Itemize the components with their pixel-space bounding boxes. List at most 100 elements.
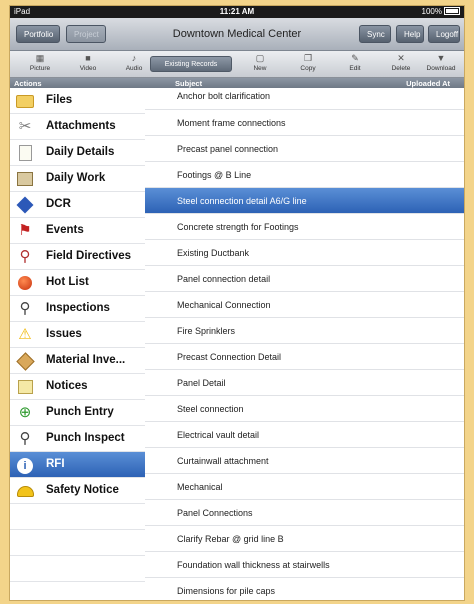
main-content: Files ✂ Attachments Daily Details Daily Work… [10,88,464,600]
clock: 11:21 AM [219,7,255,16]
sidebar-item-field-directives[interactable]: ⚲ Field Directives [10,244,145,270]
new-document-icon: ▢ [255,53,265,63]
edit-icon: ✎ [351,53,359,63]
package-icon [15,352,35,371]
help-button[interactable]: Help [396,25,424,43]
audio-label: Audio [125,65,143,72]
table-row[interactable]: Curtainwall attachment [145,448,464,474]
table-row[interactable]: Precast panel connection [145,136,464,162]
table-row[interactable]: Mechanical [145,474,464,500]
folder-icon [16,92,34,110]
table-row[interactable]: Precast Connection Detail [145,344,464,370]
download-button[interactable]: ▼ Download [421,52,461,76]
sidebar-item-rfi[interactable]: i RFI [10,452,145,478]
table-row[interactable]: Steel connection detail A6/G line [145,188,464,214]
records-list[interactable]: Anchor bolt clarification Moment frame co… [145,88,464,600]
punch-inspect-icon: ⚲ [19,430,31,447]
table-row[interactable]: Dimensions for pile caps [145,578,464,600]
table-row[interactable]: Footings @ B Line [145,162,464,188]
table-row[interactable]: Fire Sprinklers [145,318,464,344]
sidebar-item-label: DCR [46,198,71,210]
sidebar-item-files[interactable]: Files [10,88,145,114]
status-bar: iPad 11:21 AM 100% [10,6,464,18]
sync-button[interactable]: Sync [359,25,391,43]
table-row[interactable]: Clarify Rebar @ grid line B [145,526,464,552]
sidebar-item-notices[interactable]: Notices [10,374,145,400]
sidebar-item-punch-entry[interactable]: ⊕ Punch Entry [10,400,145,426]
sidebar-empty-row [10,556,145,582]
sidebar-item-material-inve[interactable]: Material Inve... [10,348,145,374]
sidebar-item-punch-inspect[interactable]: ⚲ Punch Inspect [10,426,145,452]
delete-button[interactable]: ✕ Delete [381,52,421,76]
sidebar-item-label: Events [46,224,84,236]
battery-indicator: 100% [422,6,460,18]
ipad-screen: iPad 11:21 AM 100% Downtown Medical Cent… [10,6,464,600]
sidebar-item-safety-notice[interactable]: Safety Notice [10,478,145,504]
sidebar-item-label: Punch Inspect [46,432,125,444]
audio-button[interactable]: ♪ Audio [114,52,154,76]
sidebar-item-label: Daily Details [46,146,115,158]
video-camera-icon: ■ [85,53,91,63]
delete-icon: ✕ [397,53,405,63]
sidebar-item-label: Issues [46,328,82,340]
toolbar: ▦ Picture ■ Video ♪ Audio Existing Recor… [10,51,464,78]
copy-button[interactable]: ❐ Copy [288,52,328,76]
table-row[interactable]: Anchor bolt clarification [145,88,464,110]
sidebar-item-hot-list[interactable]: Hot List [10,270,145,296]
hardhat-icon [16,482,34,500]
sidebar-item-label: Attachments [46,120,116,132]
camera-icon: ▦ [35,53,45,63]
sidebar-item-label: Files [46,94,73,106]
paperclip-icon: ✂ [18,118,32,135]
table-row[interactable]: Steel connection [145,396,464,422]
edit-button[interactable]: ✎ Edit [335,52,375,76]
sidebar-item-label: Material Inve... [46,354,126,366]
pushpin-icon: ⚲ [19,248,31,265]
book-icon [16,170,34,188]
table-row[interactable]: Panel Detail [145,370,464,396]
logoff-button[interactable]: Logoff [428,25,460,43]
sidebar-item-dcr[interactable]: DCR [10,192,145,218]
table-row[interactable]: Electrical vault detail [145,422,464,448]
table-row[interactable]: Panel connection detail [145,266,464,292]
sidebar-item-label: Field Directives [46,250,132,262]
existing-records-button[interactable]: Existing Records [150,56,232,72]
table-row[interactable]: Moment frame connections [145,110,464,136]
table-row[interactable]: Panel Connections [145,500,464,526]
video-label: Video [79,65,97,72]
note-icon [16,378,34,396]
sidebar-item-label: Inspections [46,302,110,314]
sidebar-item-attachments[interactable]: ✂ Attachments [10,114,145,140]
picture-button[interactable]: ▦ Picture [20,52,60,76]
table-row[interactable]: Concrete strength for Footings [145,214,464,240]
video-button[interactable]: ■ Video [68,52,108,76]
sidebar-item-label: Hot List [46,276,89,288]
sidebar-item-daily-work[interactable]: Daily Work [10,166,145,192]
download-icon: ▼ [436,53,446,63]
new-label: New [253,65,267,72]
sidebar-item-label: RFI [46,458,65,470]
delete-label: Delete [391,65,411,72]
new-button[interactable]: ▢ New [240,52,280,76]
sidebar-item-label: Daily Work [46,172,106,184]
table-row[interactable]: Existing Ductbank [145,240,464,266]
info-icon: i [16,456,34,474]
battery-percent: 100% [421,7,442,16]
portfolio-button[interactable]: Portfolio [16,25,60,43]
copy-label: Copy [300,65,316,72]
download-label: Download [426,65,456,72]
magnifier-icon: ⚲ [19,300,31,317]
copy-icon: ❐ [303,53,313,63]
table-row[interactable]: Mechanical Connection [145,292,464,318]
sidebar-item-daily-details[interactable]: Daily Details [10,140,145,166]
red-ball-icon [16,274,34,292]
sidebar-item-issues[interactable]: ⚠ Issues [10,322,145,348]
project-button[interactable]: Project [66,25,106,43]
sidebar-item-inspections[interactable]: ⚲ Inspections [10,296,145,322]
sidebar-item-events[interactable]: ⚑ Events [10,218,145,244]
actions-sidebar: Files ✂ Attachments Daily Details Daily Work… [10,88,146,600]
navigation-bar: Downtown Medical Center Portfolio Projec… [10,18,464,51]
table-row[interactable]: Foundation wall thickness at stairwells [145,552,464,578]
microphone-icon: ♪ [131,53,137,63]
battery-icon [444,6,460,15]
